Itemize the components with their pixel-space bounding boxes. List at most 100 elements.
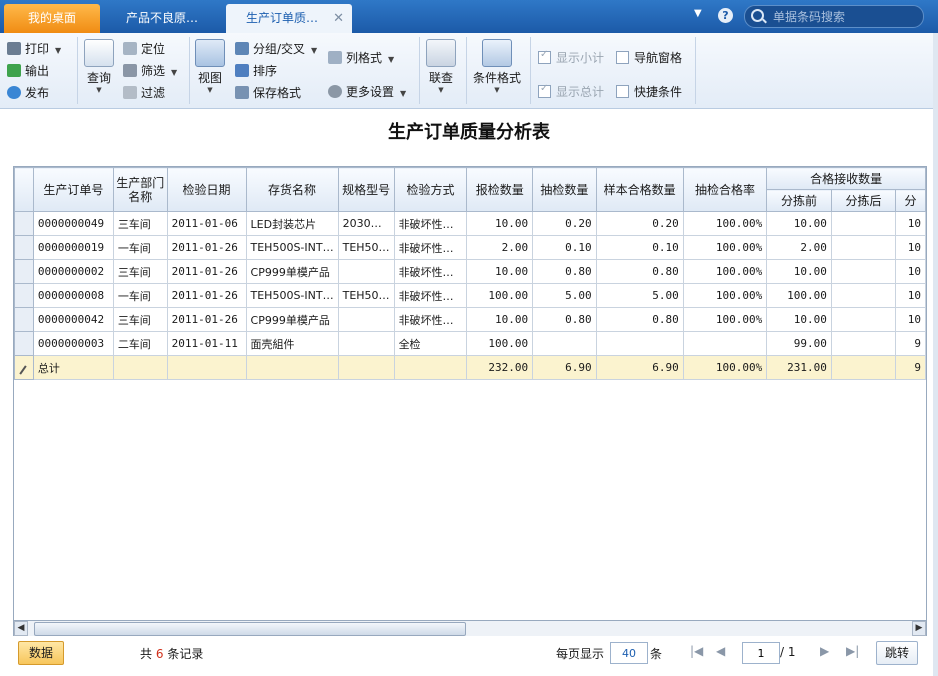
table-cell[interactable]: 2011-01-26 <box>166 307 247 332</box>
show-total-checkbox[interactable]: 显示总计 <box>538 83 604 100</box>
table-row[interactable]: 0000000008 一车间 2011-01-26 TEH500S-INT… TEH50… <box>14 283 926 308</box>
table-cell[interactable]: 100.00% <box>682 307 768 332</box>
filter-button[interactable]: 筛选 ▼ <box>123 62 177 79</box>
tab-production-order-quality[interactable]: 生产订单质… ✕ <box>226 4 352 33</box>
table-cell[interactable]: 2011-01-11 <box>166 331 247 356</box>
table-cell[interactable]: 10 <box>895 307 926 332</box>
table-cell[interactable] <box>337 331 395 356</box>
save-format-button[interactable]: 保存格式 <box>235 84 301 101</box>
data-button[interactable]: 数据 <box>18 641 64 665</box>
row-selector[interactable] <box>14 307 34 332</box>
table-cell[interactable]: 总计 <box>32 355 114 380</box>
table-cell[interactable]: TEH50… <box>337 235 395 260</box>
table-cell[interactable]: 非破坏性… <box>393 211 468 236</box>
column-header[interactable]: 样本合格数量 <box>595 167 684 212</box>
column-header[interactable]: 生产部门名称 <box>112 167 168 212</box>
table-cell[interactable]: 0.80 <box>595 307 684 332</box>
sub-column-header[interactable]: 分拣前 <box>766 189 832 212</box>
table-cell[interactable]: 100.00% <box>682 355 768 380</box>
table-cell[interactable]: 100.00% <box>682 211 768 236</box>
table-cell[interactable]: 2011-01-26 <box>166 283 247 308</box>
table-cell[interactable]: 2011-01-26 <box>166 259 247 284</box>
sub-column-header[interactable]: 分拣后 <box>830 189 897 212</box>
table-cell[interactable]: 2030… <box>337 211 395 236</box>
table-row[interactable]: 0000000003 二车间 2011-01-11 面壳組件 全检 100.00 99.00… <box>14 331 926 356</box>
table-cell[interactable]: 0.80 <box>532 307 597 332</box>
table-cell[interactable]: 三车间 <box>112 211 168 236</box>
filter2-button[interactable]: 过滤 <box>123 84 165 101</box>
table-row[interactable]: 0000000049 三车间 2011-01-06 LED封装芯片 2030… 非破坏性…… <box>14 211 926 236</box>
view-button[interactable]: 视图 ▼ <box>194 39 226 94</box>
table-cell[interactable]: 0000000042 <box>32 307 114 332</box>
table-cell[interactable]: 0.80 <box>532 259 597 284</box>
table-cell[interactable]: TEH500S-INT… <box>245 235 339 260</box>
row-selector[interactable] <box>14 283 34 308</box>
row-selector[interactable] <box>14 211 34 236</box>
table-cell[interactable]: 10.00 <box>466 307 534 332</box>
last-page-icon[interactable]: ▶| <box>846 644 859 658</box>
table-cell[interactable] <box>830 283 897 308</box>
table-cell[interactable]: 100.00 <box>766 283 832 308</box>
table-row[interactable]: 0000000019 一车间 2011-01-26 TEH500S-INT… TEH50… <box>14 235 926 260</box>
table-cell[interactable]: TEH50… <box>337 283 395 308</box>
column-header[interactable]: 报检数量 <box>466 167 534 212</box>
page-number-input[interactable] <box>742 642 780 664</box>
table-cell[interactable] <box>393 355 468 380</box>
table-cell[interactable]: 10.00 <box>766 211 832 236</box>
table-cell[interactable]: 三车间 <box>112 259 168 284</box>
table-cell[interactable]: 0.80 <box>595 259 684 284</box>
table-cell[interactable] <box>337 259 395 284</box>
table-cell[interactable] <box>337 355 395 380</box>
table-cell[interactable]: 非破坏性… <box>393 235 468 260</box>
table-cell[interactable]: 非破坏性… <box>393 283 468 308</box>
query-button[interactable]: 查询 ▼ <box>82 39 116 94</box>
first-page-icon[interactable]: |◀ <box>690 644 703 658</box>
table-cell[interactable]: 10 <box>895 283 926 308</box>
nav-pane-checkbox[interactable]: 导航窗格 <box>616 49 682 66</box>
table-cell[interactable]: 6.90 <box>532 355 597 380</box>
table-cell[interactable]: 0000000049 <box>32 211 114 236</box>
table-cell[interactable] <box>682 331 768 356</box>
table-cell[interactable]: 5.00 <box>595 283 684 308</box>
scroll-right-icon[interactable]: ▶ <box>912 621 926 636</box>
table-cell[interactable] <box>245 355 339 380</box>
column-header[interactable]: 检验方式 <box>393 167 468 212</box>
locate-button[interactable]: 定位 <box>123 40 165 57</box>
table-cell[interactable] <box>830 331 897 356</box>
table-cell[interactable]: 0000000019 <box>32 235 114 260</box>
table-cell[interactable]: 232.00 <box>466 355 534 380</box>
table-cell[interactable]: 0000000008 <box>32 283 114 308</box>
show-subtotal-checkbox[interactable]: 显示小计 <box>538 49 604 66</box>
search-input[interactable] <box>771 8 915 26</box>
table-cell[interactable]: LED封装芯片 <box>245 211 339 236</box>
table-cell[interactable]: 2.00 <box>766 235 832 260</box>
table-cell[interactable]: 非破坏性… <box>393 259 468 284</box>
table-cell[interactable]: 0.20 <box>532 211 597 236</box>
table-cell[interactable]: 10 <box>895 211 926 236</box>
table-cell[interactable]: TEH500S-INT… <box>245 283 339 308</box>
quick-condition-checkbox[interactable]: 快捷条件 <box>616 83 682 100</box>
column-header[interactable]: 生产订单号 <box>32 167 114 212</box>
table-cell[interactable]: 10 <box>895 235 926 260</box>
table-cell[interactable]: 10.00 <box>466 211 534 236</box>
table-cell[interactable]: 100.00% <box>682 283 768 308</box>
table-cell[interactable]: 10.00 <box>766 307 832 332</box>
table-cell[interactable]: 5.00 <box>532 283 597 308</box>
jump-button[interactable]: 跳转 <box>876 641 918 665</box>
table-cell[interactable]: 0000000002 <box>32 259 114 284</box>
horizontal-scrollbar[interactable]: ◀ ▶ <box>13 620 927 637</box>
table-cell[interactable] <box>112 355 168 380</box>
table-row[interactable]: 0000000042 三车间 2011-01-26 CP999单模产品 非破坏性… 10.… <box>14 307 926 332</box>
table-cell[interactable]: 非破坏性… <box>393 307 468 332</box>
search-icon[interactable] <box>751 9 764 22</box>
row-selector[interactable] <box>14 355 34 380</box>
table-cell[interactable] <box>830 211 897 236</box>
table-cell[interactable]: 6.90 <box>595 355 684 380</box>
more-settings-button[interactable]: 更多设置 ▼ <box>328 83 406 100</box>
table-cell[interactable]: 面壳組件 <box>245 331 339 356</box>
table-cell[interactable]: 一车间 <box>112 235 168 260</box>
column-header[interactable]: 抽检数量 <box>532 167 597 212</box>
table-cell[interactable]: 100.00% <box>682 235 768 260</box>
conditional-format-button[interactable]: 条件格式 ▼ <box>472 39 522 94</box>
table-cell[interactable] <box>337 307 395 332</box>
